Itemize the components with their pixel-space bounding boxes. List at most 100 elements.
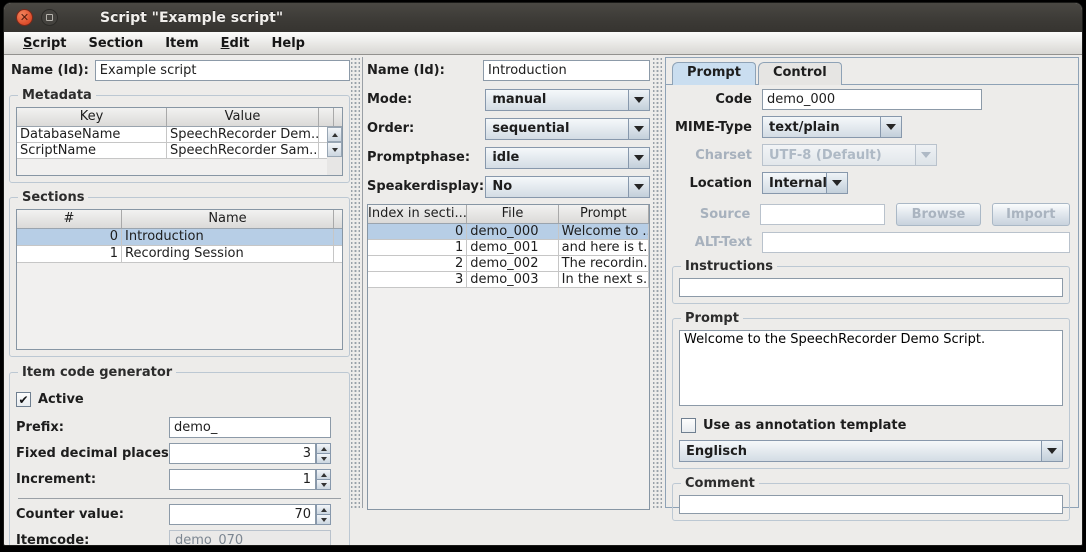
browse-button: Browse (896, 203, 980, 226)
chevron-down-icon (915, 145, 936, 165)
item-row-2[interactable]: 2 demo_002 The recordin... (368, 256, 649, 272)
increment-label: Increment: (16, 472, 169, 487)
close-icon[interactable]: ✕ (16, 9, 33, 26)
items-col-prompt[interactable]: Prompt (559, 205, 649, 223)
code-input[interactable] (762, 89, 982, 110)
section-row-recording-session[interactable]: 1 Recording Session (17, 246, 342, 263)
menu-script[interactable]: Script (14, 34, 75, 53)
menu-help[interactable]: Help (263, 34, 314, 53)
fixed-decimal-places-label: Fixed decimal places: (16, 446, 169, 461)
item-code-generator-group: Item code generator Active Prefix: Fixed… (9, 365, 350, 546)
language-select[interactable]: Englisch (679, 440, 1063, 462)
item-row-3[interactable]: 3 demo_003 In the next s... (368, 272, 649, 288)
menu-bar: Script Section Item Edit Help (4, 32, 1082, 55)
split-divider[interactable] (351, 57, 360, 508)
alt-text-label: ALT-Text (672, 235, 752, 250)
counter-value-input[interactable] (169, 504, 316, 525)
menu-edit[interactable]: Edit (212, 34, 259, 53)
menu-section[interactable]: Section (79, 34, 152, 53)
location-select[interactable]: Internal (762, 172, 848, 194)
chevron-down-icon (628, 119, 649, 139)
location-label: Location (672, 176, 752, 191)
fixed-decimal-places-input[interactable] (169, 443, 316, 464)
item-row-0[interactable]: 0 demo_000 Welcome to ... (368, 224, 649, 240)
promptphase-label: Promptphase: (367, 150, 485, 165)
chevron-down-icon (628, 90, 649, 110)
comment-group: Comment (672, 476, 1070, 521)
itemcode-value: demo_070 (169, 530, 331, 546)
comment-input[interactable] (679, 495, 1063, 514)
annotation-template-label: Use as annotation template (703, 418, 906, 433)
maximize-icon[interactable] (41, 9, 58, 26)
promptphase-select[interactable]: idle (485, 147, 650, 169)
metadata-scrollbar[interactable] (327, 127, 342, 175)
mode-label: Mode: (367, 92, 485, 107)
code-label: Code (672, 92, 752, 107)
prompt-group: Prompt Welcome to the SpeechRecorder Dem… (672, 311, 1070, 469)
item-editor-tabs: Prompt Control (666, 58, 1078, 84)
speakerdisplay-label: Speakerdisplay: (367, 179, 485, 194)
scroll-down-icon[interactable] (327, 142, 342, 157)
table-row[interactable]: ScriptName SpeechRecorder Sam... (17, 143, 327, 159)
script-name-input[interactable] (95, 60, 350, 81)
metadata-title: Metadata (18, 88, 96, 103)
sections-group: Sections # Name 0 Introduction 1 Record (9, 190, 350, 357)
sections-col-num[interactable]: # (17, 210, 122, 228)
order-select[interactable]: sequential (485, 118, 650, 140)
source-label: Source (672, 207, 750, 222)
spinner-down-icon[interactable] (316, 454, 331, 464)
active-label: Active (38, 392, 191, 407)
section-row-introduction[interactable]: 0 Introduction (17, 229, 342, 246)
items-col-file[interactable]: File (467, 205, 558, 223)
section-name-input[interactable] (483, 60, 650, 81)
chevron-down-icon (880, 117, 901, 137)
sections-table[interactable]: # Name 0 Introduction 1 Recording Sessio… (16, 209, 343, 350)
metadata-col-key[interactable]: Key (17, 108, 167, 126)
charset-label: Charset (672, 148, 752, 163)
import-button: Import (992, 203, 1070, 226)
instructions-group: Instructions (672, 259, 1070, 304)
increment-input[interactable] (169, 469, 316, 490)
sections-col-name[interactable]: Name (122, 210, 334, 228)
chevron-down-icon (1041, 441, 1062, 461)
metadata-table[interactable]: Key Value DatabaseName SpeechRecorder De… (16, 107, 343, 176)
mode-select[interactable]: manual (485, 89, 650, 111)
table-row[interactable]: DatabaseName SpeechRecorder Dem... (17, 127, 327, 143)
section-name-label: Name (Id): (367, 63, 483, 78)
items-table[interactable]: Index in secti... File Prompt 0 demo_000… (367, 204, 650, 510)
spinner-up-icon[interactable] (316, 443, 331, 454)
spinner-down-icon[interactable] (316, 480, 331, 490)
metadata-col-value[interactable]: Value (167, 108, 319, 126)
prompt-title: Prompt (681, 311, 743, 326)
tab-prompt[interactable]: Prompt (672, 62, 756, 85)
item-row-1[interactable]: 1 demo_001 and here is t... (368, 240, 649, 256)
comment-title: Comment (681, 476, 759, 491)
spinner-up-icon[interactable] (316, 504, 331, 515)
charset-select: UTF-8 (Default) (762, 144, 937, 166)
metadata-group: Metadata Key Value DatabaseName SpeechRe… (9, 88, 350, 183)
scroll-up-icon[interactable] (327, 127, 342, 142)
chevron-down-icon (628, 148, 649, 168)
source-input (760, 204, 885, 225)
item-code-generator-title: Item code generator (18, 365, 176, 380)
prefix-input[interactable] (169, 417, 331, 438)
active-checkbox[interactable] (16, 392, 31, 407)
spinner-down-icon[interactable] (316, 515, 331, 525)
items-col-index[interactable]: Index in secti... (368, 205, 467, 223)
spinner-up-icon[interactable] (316, 469, 331, 480)
section-editor-panel: Name (Id): Mode: manual Order: sequentia… (362, 57, 652, 508)
item-editor-panel: Prompt Control Code MIME-Type text/plain (665, 57, 1079, 508)
script-dialog-window: ✕ Script "Example script" Script Section… (3, 2, 1083, 546)
chevron-down-icon (826, 173, 847, 193)
title-bar: ✕ Script "Example script" (4, 3, 1082, 32)
split-divider[interactable] (653, 57, 662, 508)
tab-control[interactable]: Control (758, 62, 842, 85)
menu-item[interactable]: Item (156, 34, 207, 53)
alt-text-input (762, 232, 1070, 253)
speakerdisplay-select[interactable]: No (485, 176, 650, 198)
prompt-text-area[interactable]: Welcome to the SpeechRecorder Demo Scrip… (679, 330, 1063, 406)
annotation-template-checkbox[interactable] (681, 418, 696, 433)
instructions-input[interactable] (679, 278, 1063, 297)
prefix-label: Prefix: (16, 420, 169, 435)
mime-type-select[interactable]: text/plain (762, 116, 902, 138)
